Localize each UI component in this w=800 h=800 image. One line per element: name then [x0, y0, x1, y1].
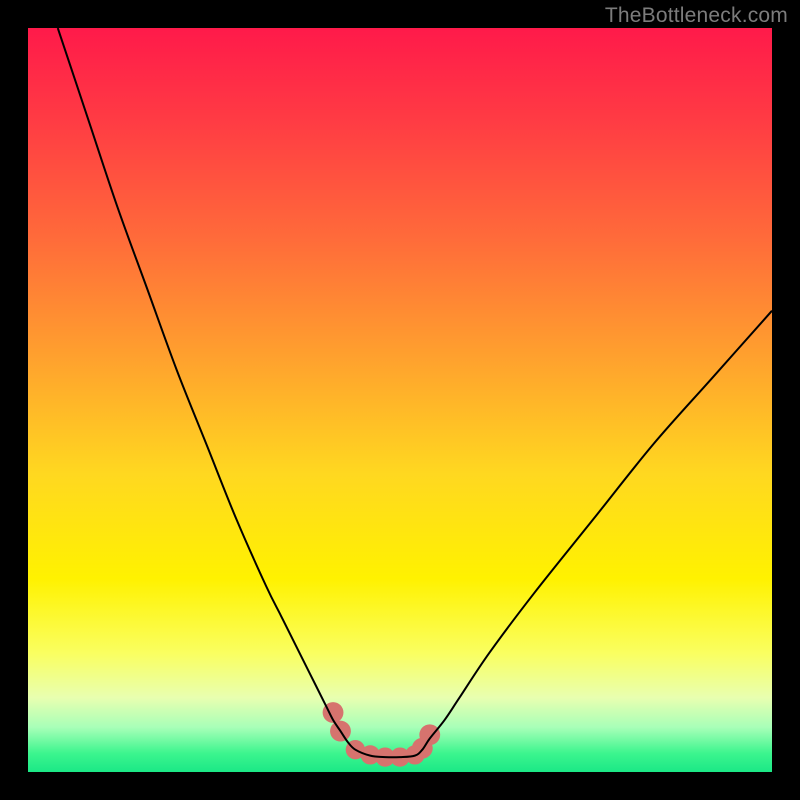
bottleneck-curve [58, 28, 772, 757]
plot-area [28, 28, 772, 772]
curve-layer [28, 28, 772, 772]
watermark-text: TheBottleneck.com [605, 4, 788, 28]
chart-container: TheBottleneck.com [0, 0, 800, 800]
right-edge-dot-upper [419, 724, 440, 745]
